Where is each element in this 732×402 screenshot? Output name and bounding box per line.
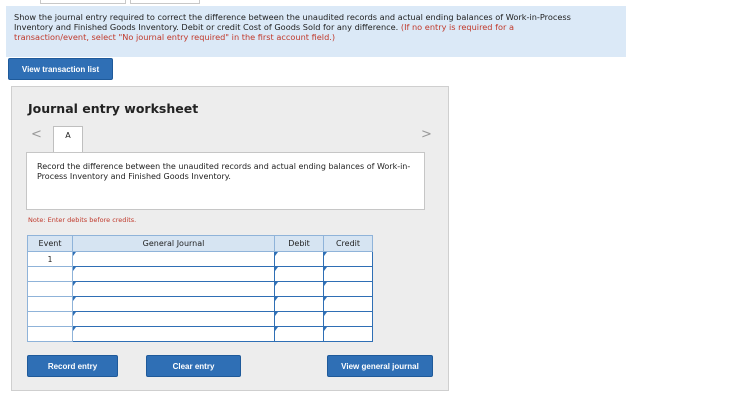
event-cell: [27, 296, 73, 312]
account-field[interactable]: [72, 281, 275, 297]
debit-field[interactable]: [274, 326, 324, 342]
event-cell: [27, 326, 73, 342]
column-header-general-journal: General Journal: [72, 235, 275, 252]
prev-arrow-icon[interactable]: <: [31, 127, 42, 142]
table-row: 1: [27, 251, 373, 267]
column-header-credit: Credit: [323, 235, 373, 252]
credit-field[interactable]: [323, 311, 373, 327]
column-header-debit: Debit: [274, 235, 324, 252]
next-arrow-icon[interactable]: >: [421, 127, 432, 142]
instructions-box: Show the journal entry required to corre…: [6, 6, 626, 57]
record-entry-button[interactable]: Record entry: [27, 355, 118, 377]
column-header-event: Event: [27, 235, 73, 252]
table-row: [27, 326, 373, 342]
debit-field[interactable]: [274, 296, 324, 312]
view-general-journal-button[interactable]: View general journal: [327, 355, 433, 377]
event-cell: [27, 311, 73, 327]
event-cell: 1: [27, 251, 73, 267]
table-row: [27, 266, 373, 282]
instructions-line-2: Inventory and Finished Goods Inventory. …: [14, 22, 399, 32]
account-field[interactable]: [72, 296, 275, 312]
journal-entry-worksheet-panel: Journal entry worksheet < A > Record the…: [11, 86, 449, 391]
instructions-hint-b: transaction/event, select "No journal en…: [14, 32, 336, 42]
credit-field[interactable]: [323, 251, 373, 267]
table-row: [27, 281, 373, 297]
journal-table: Event General Journal Debit Credit 1: [27, 235, 373, 342]
view-transaction-list-button[interactable]: View transaction list: [8, 58, 113, 80]
instructions-hint-a: (If no entry is required for a: [400, 22, 514, 32]
table-row: [27, 296, 373, 312]
account-field[interactable]: [72, 326, 275, 342]
credit-field[interactable]: [323, 326, 373, 342]
debit-field[interactable]: [274, 251, 324, 267]
debit-field[interactable]: [274, 311, 324, 327]
table-row: [27, 311, 373, 327]
tab-a[interactable]: A: [53, 126, 83, 152]
top-tab-stub-1: [40, 0, 126, 4]
event-cell: [27, 281, 73, 297]
debit-field[interactable]: [274, 266, 324, 282]
worksheet-title: Journal entry worksheet: [28, 101, 199, 116]
clear-entry-button[interactable]: Clear entry: [146, 355, 241, 377]
instructions-line-1: Show the journal entry required to corre…: [14, 12, 571, 22]
account-field[interactable]: [72, 251, 275, 267]
note-text: Note: Enter debits before credits.: [28, 216, 137, 224]
credit-field[interactable]: [323, 296, 373, 312]
top-tab-stub-2: [130, 0, 200, 4]
entry-description: Record the difference between the unaudi…: [26, 152, 425, 210]
account-field[interactable]: [72, 266, 275, 282]
debit-field[interactable]: [274, 281, 324, 297]
event-cell: [27, 266, 73, 282]
credit-field[interactable]: [323, 266, 373, 282]
credit-field[interactable]: [323, 281, 373, 297]
account-field[interactable]: [72, 311, 275, 327]
